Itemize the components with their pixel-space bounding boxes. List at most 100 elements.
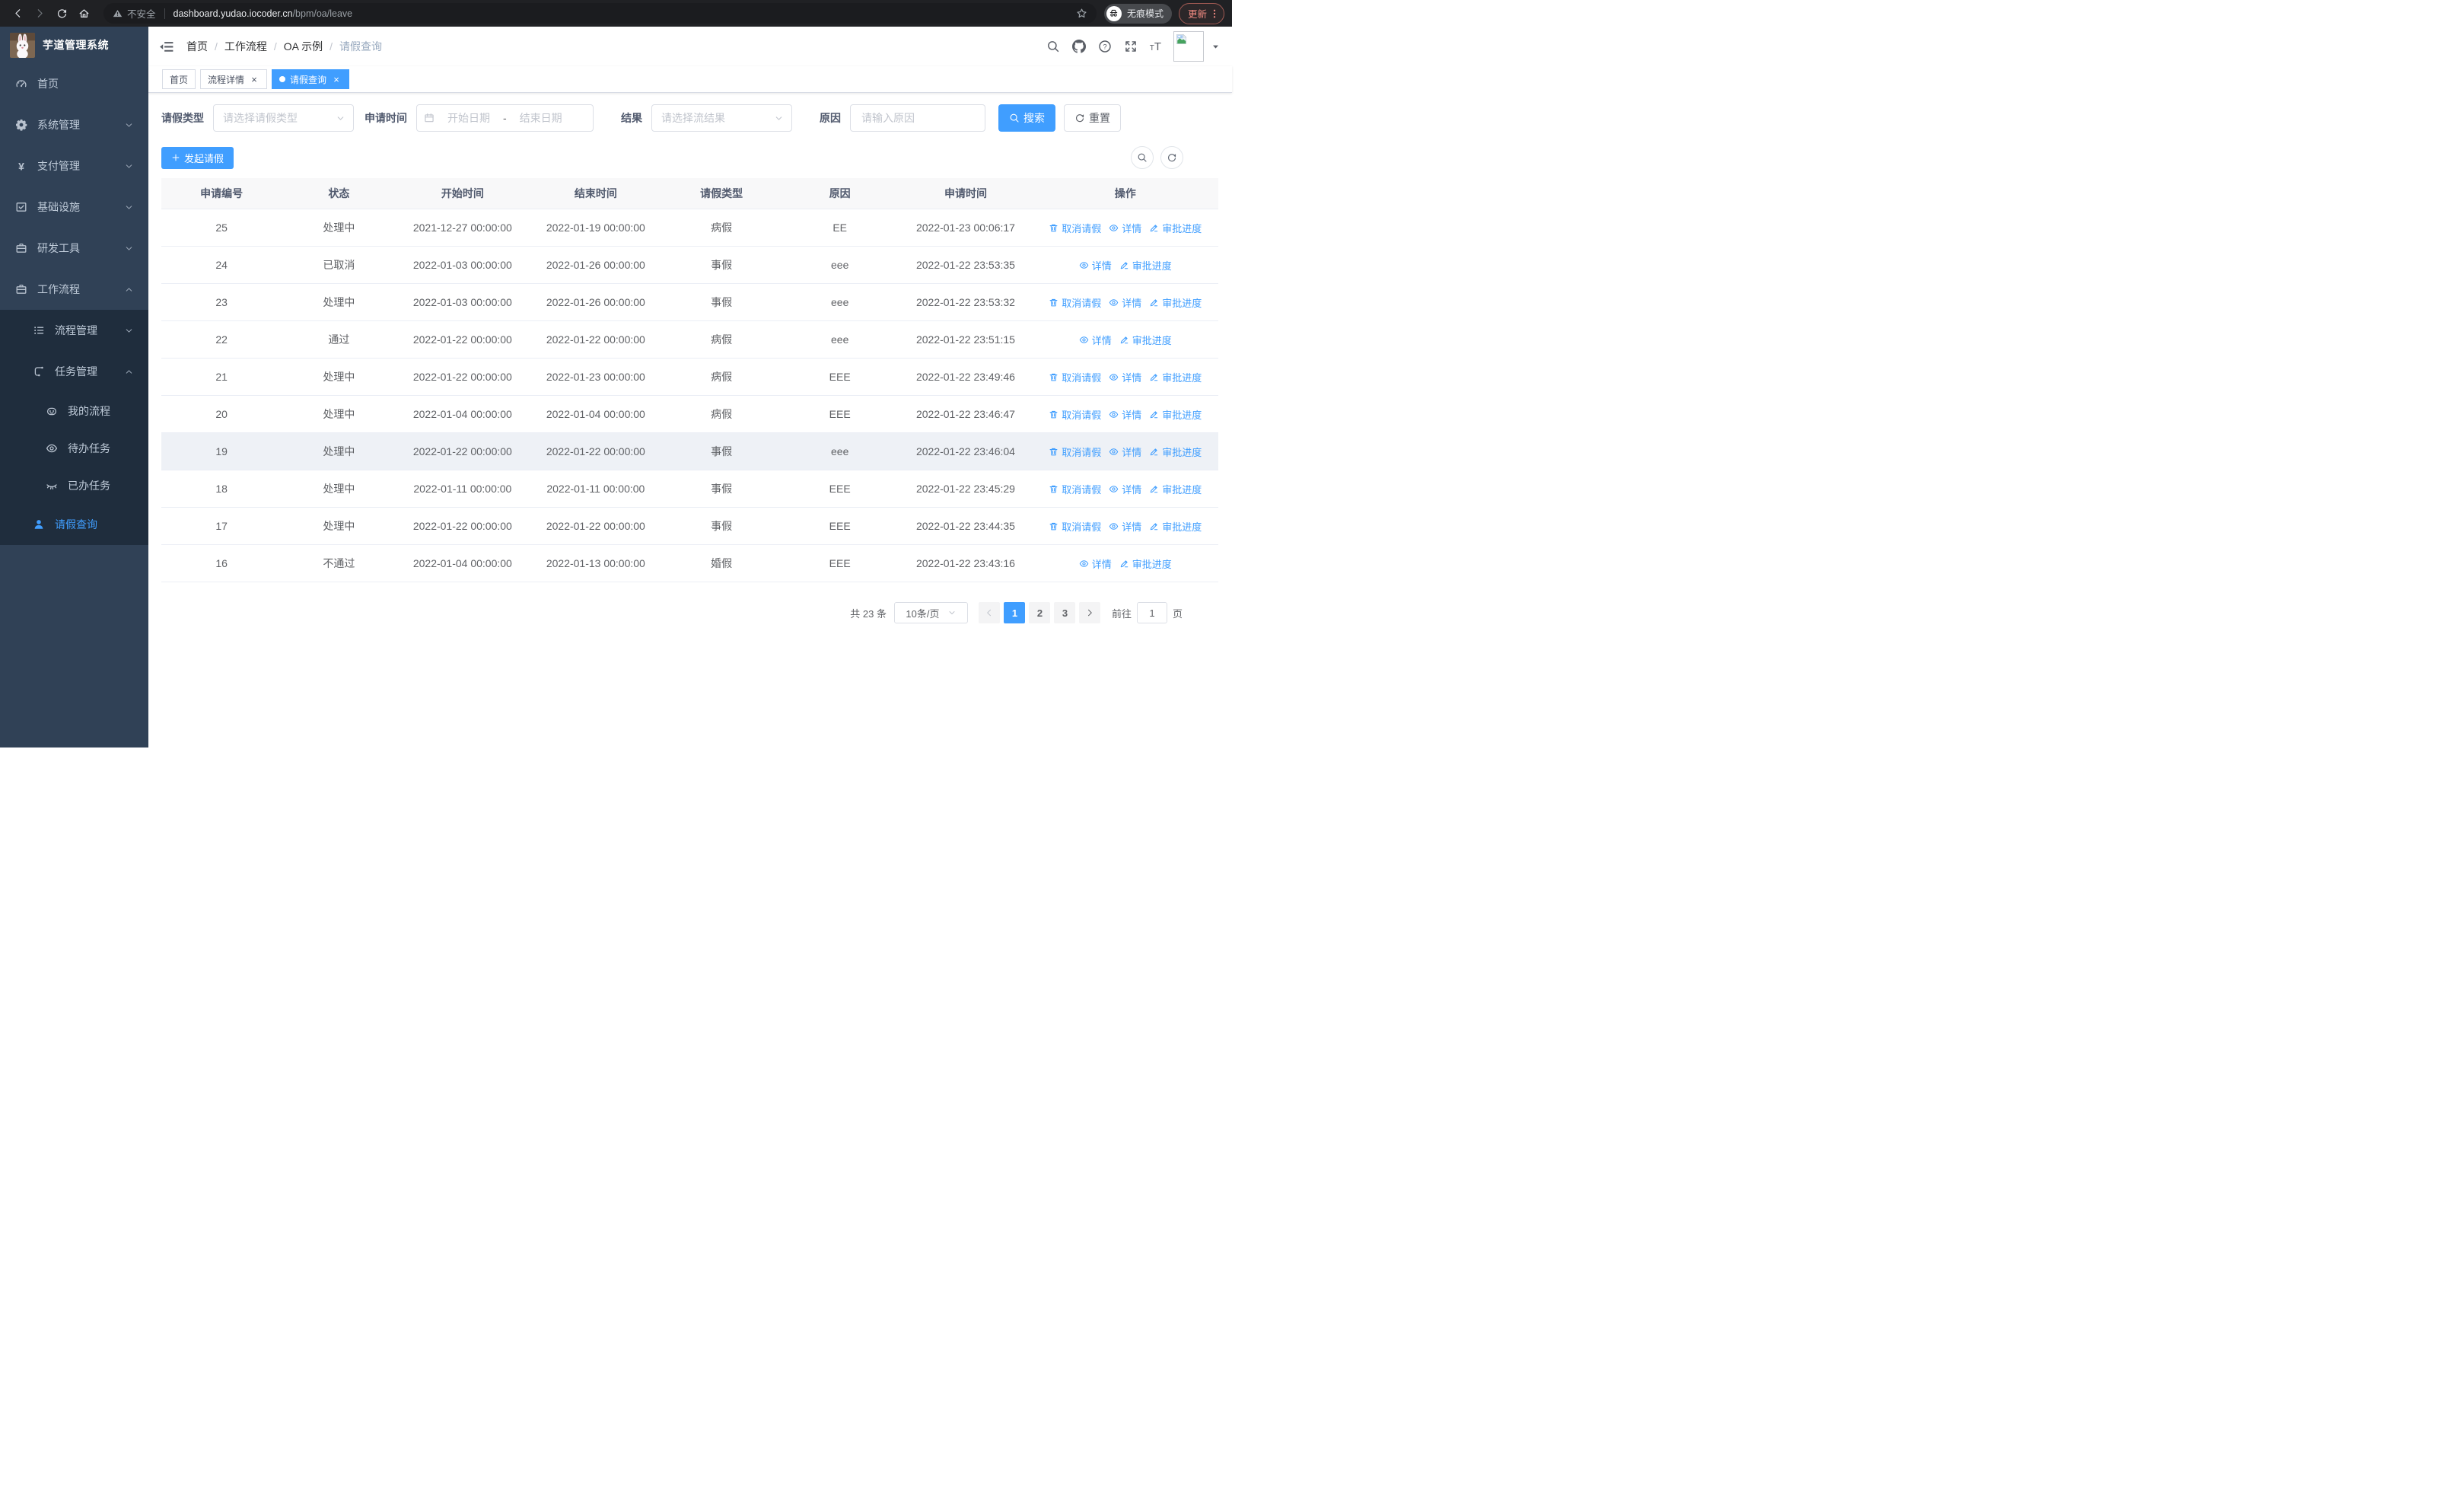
fullscreen-icon[interactable] xyxy=(1124,40,1138,53)
progress-link[interactable]: 审批进度 xyxy=(1119,556,1172,571)
detail-link[interactable]: 详情 xyxy=(1109,519,1141,534)
sidebar-item-请假查询[interactable]: 请假查询 xyxy=(0,504,148,545)
show-search-toggle-button[interactable] xyxy=(1131,146,1154,169)
sidebar-item-已办任务[interactable]: 已办任务 xyxy=(0,467,148,504)
detail-link[interactable]: 详情 xyxy=(1109,221,1141,235)
progress-link[interactable]: 审批进度 xyxy=(1119,333,1172,347)
breadcrumb-item[interactable]: 工作流程 xyxy=(224,39,267,54)
detail-link[interactable]: 详情 xyxy=(1109,407,1141,422)
sidebar-item-待办任务[interactable]: 待办任务 xyxy=(0,429,148,467)
tab-请假查询[interactable]: 请假查询 × xyxy=(272,69,350,89)
cancel-leave-link[interactable]: 取消请假 xyxy=(1049,221,1101,235)
cancel-leave-link[interactable]: 取消请假 xyxy=(1049,370,1101,384)
breadcrumb-item[interactable]: 首页 xyxy=(186,39,208,54)
url-bar[interactable]: 不安全 dashboard.yudao.iocoder.cn/bpm/oa/le… xyxy=(103,3,1097,24)
page-1-button[interactable]: 1 xyxy=(1004,602,1026,623)
goto-page-input[interactable] xyxy=(1136,602,1167,623)
breadcrumb-item[interactable]: OA 示例 xyxy=(284,39,323,54)
prev-page-button[interactable] xyxy=(979,602,1001,623)
table-row[interactable]: 16 不通过 2022-01-04 00:00:00 2022-01-13 00:00… xyxy=(161,544,1218,582)
close-icon[interactable]: × xyxy=(249,74,259,84)
sidebar-item-label: 支付管理 xyxy=(37,160,80,172)
back-icon[interactable] xyxy=(8,4,27,24)
end-date-input[interactable] xyxy=(511,111,570,125)
apply-time-range[interactable]: - xyxy=(416,104,594,132)
table-row[interactable]: 22 通过 2022-01-22 00:00:00 2022-01-22 00:00:… xyxy=(161,320,1218,359)
page-size-select[interactable]: 10条/页 xyxy=(893,602,968,623)
detail-link[interactable]: 详情 xyxy=(1109,295,1141,310)
progress-link[interactable]: 审批进度 xyxy=(1149,519,1202,534)
reason-field[interactable] xyxy=(850,104,985,132)
detail-link[interactable]: 详情 xyxy=(1079,258,1112,273)
progress-link[interactable]: 审批进度 xyxy=(1149,482,1202,496)
search-button[interactable]: 搜索 xyxy=(998,104,1055,132)
leave-type-input[interactable] xyxy=(221,111,323,125)
detail-link[interactable]: 详情 xyxy=(1109,445,1141,459)
table-row[interactable]: 25 处理中 2021-12-27 00:00:00 2022-01-19 00:00… xyxy=(161,209,1218,247)
refresh-table-button[interactable] xyxy=(1160,146,1183,169)
progress-link[interactable]: 审批进度 xyxy=(1149,407,1202,422)
site-security[interactable]: 不安全 xyxy=(113,6,156,21)
progress-link[interactable]: 审批进度 xyxy=(1119,258,1172,273)
cancel-leave-link[interactable]: 取消请假 xyxy=(1049,445,1101,459)
github-icon[interactable] xyxy=(1071,40,1086,53)
avatar[interactable] xyxy=(1173,31,1204,62)
table-row[interactable]: 18 处理中 2022-01-11 00:00:00 2022-01-11 00:00… xyxy=(161,470,1218,508)
next-page-button[interactable] xyxy=(1079,602,1101,623)
table-row[interactable]: 24 已取消 2022-01-03 00:00:00 2022-01-26 00:00… xyxy=(161,246,1218,284)
cancel-leave-link[interactable]: 取消请假 xyxy=(1049,407,1101,422)
cancel-leave-link[interactable]: 取消请假 xyxy=(1049,519,1101,534)
detail-link[interactable]: 详情 xyxy=(1109,482,1141,496)
browser-menu-icon[interactable] xyxy=(1209,8,1220,19)
progress-link[interactable]: 审批进度 xyxy=(1149,445,1202,459)
result-select[interactable] xyxy=(651,104,792,132)
cancel-leave-link[interactable]: 取消请假 xyxy=(1049,295,1101,310)
cell-actions: 取消请假 详情 审批进度 xyxy=(1032,507,1218,545)
home-icon[interactable] xyxy=(74,4,94,24)
app-logo[interactable]: 芋道管理系统 xyxy=(0,27,148,63)
sidebar-item-工作流程[interactable]: 工作流程 xyxy=(0,269,148,310)
tab-流程详情[interactable]: 流程详情 × xyxy=(200,69,268,89)
detail-link[interactable]: 详情 xyxy=(1079,556,1112,571)
sidebar-item-基础设施[interactable]: 基础设施 xyxy=(0,186,148,228)
sidebar-item-任务管理[interactable]: 任务管理 xyxy=(0,351,148,392)
update-button[interactable]: 更新 xyxy=(1178,2,1224,24)
sidebar-item-首页[interactable]: 首页 xyxy=(0,63,148,104)
progress-link[interactable]: 审批进度 xyxy=(1149,370,1202,384)
reset-button[interactable]: 重置 xyxy=(1064,104,1121,132)
create-leave-button[interactable]: 发起请假 xyxy=(161,146,234,169)
table-row[interactable]: 23 处理中 2022-01-03 00:00:00 2022-01-26 00:00… xyxy=(161,283,1218,321)
user-menu-caret-icon[interactable] xyxy=(1211,43,1220,51)
page-3-button[interactable]: 3 xyxy=(1054,602,1076,623)
help-icon[interactable]: ? xyxy=(1098,40,1112,53)
detail-link[interactable]: 详情 xyxy=(1079,333,1112,347)
close-icon[interactable]: × xyxy=(331,74,342,84)
tab-首页[interactable]: 首页 xyxy=(162,69,196,89)
start-date-input[interactable] xyxy=(440,111,498,125)
result-input[interactable] xyxy=(660,111,762,125)
bookmark-star-icon[interactable] xyxy=(1076,8,1087,19)
table-row[interactable]: 20 处理中 2022-01-04 00:00:00 2022-01-04 00:00… xyxy=(161,395,1218,433)
sidebar-item-流程管理[interactable]: 流程管理 xyxy=(0,310,148,351)
detail-link[interactable]: 详情 xyxy=(1109,370,1141,384)
table-row[interactable]: 21 处理中 2022-01-22 00:00:00 2022-01-23 00:00… xyxy=(161,358,1218,396)
sidebar-item-我的流程[interactable]: 我的流程 xyxy=(0,392,148,429)
sidebar-item-支付管理[interactable]: ¥ 支付管理 xyxy=(0,145,148,186)
font-size-icon[interactable]: TT xyxy=(1150,41,1161,53)
progress-link[interactable]: 审批进度 xyxy=(1149,295,1202,310)
pen-icon xyxy=(1149,298,1159,308)
sidebar-collapse-icon[interactable] xyxy=(159,40,173,54)
table-row[interactable]: 17 处理中 2022-01-22 00:00:00 2022-01-22 00:00… xyxy=(161,507,1218,545)
page-2-button[interactable]: 2 xyxy=(1029,602,1051,623)
cell-reason: eee xyxy=(780,246,899,284)
search-icon[interactable] xyxy=(1046,40,1060,53)
table-row[interactable]: 19 处理中 2022-01-22 00:00:00 2022-01-22 00:00… xyxy=(161,432,1218,470)
leave-type-select[interactable] xyxy=(213,104,354,132)
sidebar-item-系统管理[interactable]: 系统管理 xyxy=(0,104,148,145)
progress-link[interactable]: 审批进度 xyxy=(1149,221,1202,235)
reload-icon[interactable] xyxy=(52,4,72,24)
cancel-leave-link[interactable]: 取消请假 xyxy=(1049,482,1101,496)
reason-input[interactable] xyxy=(860,111,976,125)
sidebar-item-研发工具[interactable]: 研发工具 xyxy=(0,228,148,269)
forward-icon[interactable] xyxy=(30,4,49,24)
